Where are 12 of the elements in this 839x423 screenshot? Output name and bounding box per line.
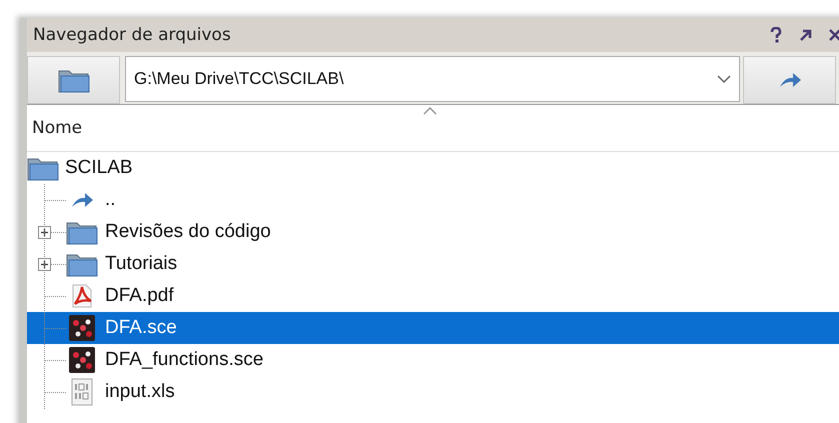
tree-row[interactable]: Revisões do código [27, 216, 839, 248]
path-field[interactable]: G:\Meu Drive\TCC\SCILAB\ [125, 56, 740, 102]
tree-row[interactable]: SCILAB [27, 152, 839, 184]
window-title: Navegador de arquivos [33, 25, 231, 45]
tree-row[interactable]: DFA.pdf [27, 280, 839, 312]
tree-row[interactable]: Tutoriais [27, 248, 839, 280]
tree-row[interactable]: .. [27, 184, 839, 216]
column-header[interactable]: Nome [27, 105, 839, 152]
column-label: Nome [32, 118, 82, 138]
tree-row[interactable]: DFA_functions.sce [27, 344, 839, 376]
tree-row[interactable]: DFA.sce [27, 312, 839, 344]
tree-row[interactable]: input.xls [27, 376, 839, 408]
